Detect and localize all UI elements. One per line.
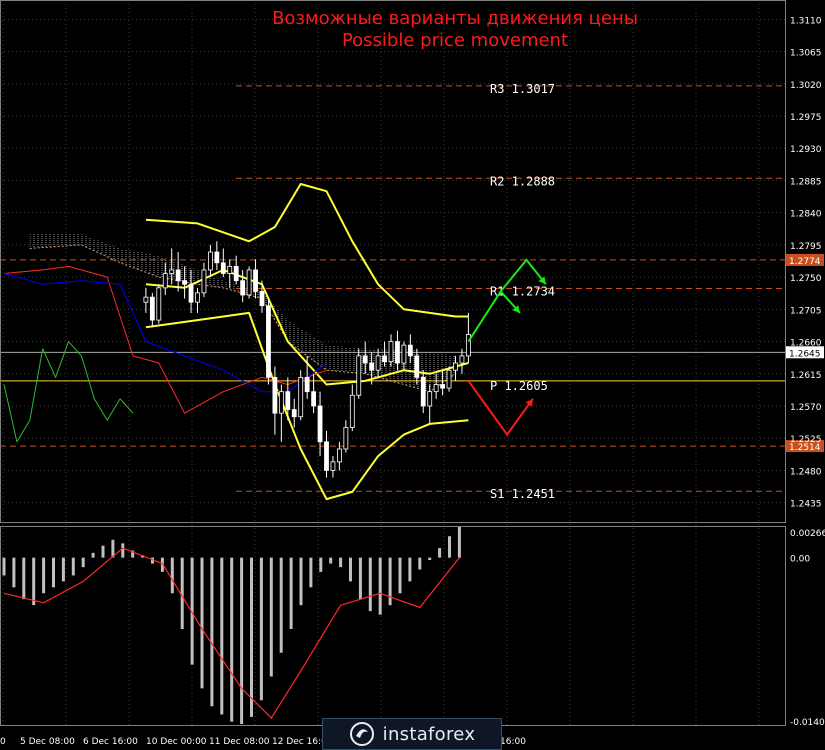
y-tick-label: 1.2570 [790, 403, 822, 413]
candle-body [272, 376, 278, 414]
candle-body [453, 362, 458, 371]
candle-body [266, 305, 271, 378]
candle-body [291, 409, 297, 418]
candle-body [143, 296, 149, 303]
candle-body [195, 292, 200, 303]
pivot-label: R2 1.2888 [490, 174, 555, 188]
candle-body [201, 269, 207, 294]
candle-body [343, 427, 349, 450]
candle-body [414, 355, 420, 378]
candle-body [220, 262, 226, 274]
candle-body [169, 269, 175, 274]
pivot-label: P 1.2605 [490, 379, 548, 393]
x-tick-label: 5 Dec 08:00 [20, 737, 75, 747]
bollinger-upper-line [145, 183, 469, 318]
instaforex-logo[interactable]: instaforex [322, 718, 502, 750]
x-tick-label: 6 Dec 16:00 [83, 737, 138, 747]
x-tick-label: 0 [0, 737, 6, 747]
candle-body [459, 355, 465, 364]
candle-body [395, 341, 400, 364]
price-chart: R3 1.3017R2 1.2888R1 1.2734P 1.2605S1 1.… [0, 0, 825, 747]
candle-body [375, 355, 381, 371]
y-tick-label: 1.2660 [790, 339, 822, 349]
candle-body [427, 391, 433, 407]
candle-body [330, 461, 336, 471]
price-box-label: 1.2774 [789, 257, 821, 267]
candle-body [382, 355, 387, 363]
pivot-label: S1 1.2451 [490, 487, 555, 501]
y-tick-label: 1.2840 [790, 210, 822, 220]
candle-body [188, 283, 194, 303]
logo-text: instaforex [382, 723, 476, 745]
y-tick-label: 1.3065 [790, 49, 822, 59]
price-box-label: 1.2645 [789, 349, 821, 359]
y-tick-label: 1.2750 [790, 274, 822, 284]
candle-body [304, 376, 310, 393]
pivot-label: R3 1.3017 [490, 82, 555, 96]
x-tick-label: 16:00 [500, 737, 526, 747]
y-tick-label: 1.2795 [790, 242, 822, 252]
candle-body [214, 251, 220, 264]
candle-body [175, 269, 181, 282]
candle-body [149, 296, 155, 321]
candle-body [285, 391, 291, 410]
candle-body [440, 384, 446, 389]
candle-body [401, 344, 407, 364]
chikou-line [3, 341, 134, 443]
y-tick-label: 1.2435 [790, 500, 822, 510]
oscillator-panel-frame [0, 526, 786, 726]
candle-body [362, 355, 368, 364]
candle-body [349, 394, 355, 428]
candle-body [388, 341, 394, 363]
candle-body [446, 369, 452, 389]
y-tick-label: 1.2975 [790, 113, 822, 123]
y-tick-label: 1.2615 [790, 371, 822, 381]
candle-body [324, 441, 329, 471]
candle-body [356, 355, 362, 396]
candle-body [336, 448, 342, 463]
y-tick-label: 1.3020 [790, 81, 822, 91]
candle-body [259, 291, 265, 307]
oscillator-histogram [2, 526, 461, 725]
osc-y-tick-label: 0.00266 [790, 529, 825, 539]
chart-title: Возможные варианты движения цены Possibl… [200, 8, 710, 52]
y-tick-label: 1.2885 [790, 177, 822, 187]
x-tick-label: 11 Dec 08:00 [209, 737, 270, 747]
instaforex-swirl-icon [349, 722, 374, 746]
candle-body [311, 391, 317, 407]
title-english: Possible price movement [341, 30, 569, 51]
candle-body [207, 251, 213, 271]
candle-body [433, 384, 439, 393]
x-tick-label: 10 Dec 00:00 [146, 737, 207, 747]
y-tick-label: 1.2480 [790, 467, 822, 477]
candle-body [162, 273, 168, 289]
forecast-arrowhead [525, 398, 533, 407]
y-tick-label: 1.2930 [790, 145, 822, 155]
candle-body [227, 265, 233, 274]
candle-body [420, 376, 426, 407]
y-tick-label: 1.2525 [790, 435, 822, 445]
osc-y-tick-label: -0.01408 [790, 718, 825, 728]
candle-body [156, 287, 162, 321]
candle-body [407, 344, 413, 357]
candle-body [182, 280, 188, 285]
y-tick-label: 1.3110 [790, 16, 822, 26]
candle-body [253, 269, 258, 292]
candle-body [233, 265, 239, 282]
osc-y-tick-label: 0.00 [790, 555, 810, 565]
candle-body [246, 269, 252, 296]
y-tick-label: 1.2705 [790, 306, 822, 316]
candle-body [369, 362, 375, 371]
candle-body [240, 280, 246, 296]
title-russian: Возможные варианты движения цены [272, 8, 638, 29]
candle-body [298, 376, 304, 418]
candle-body [278, 391, 284, 414]
candle-body [317, 405, 323, 443]
